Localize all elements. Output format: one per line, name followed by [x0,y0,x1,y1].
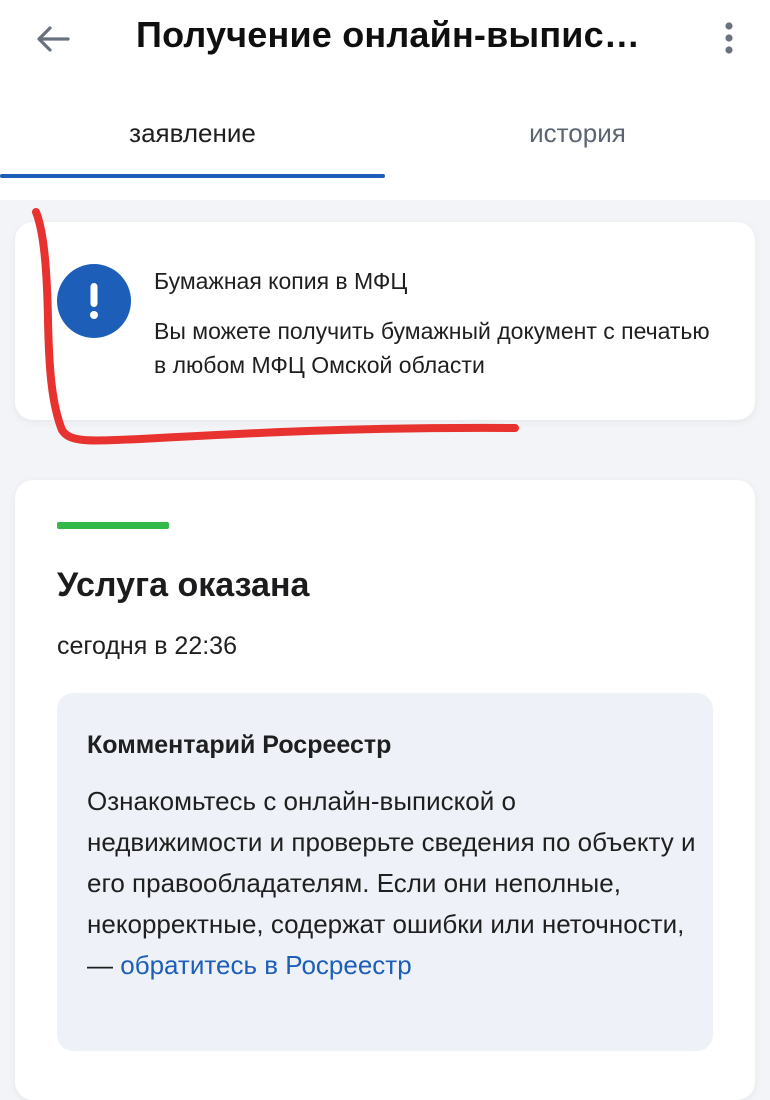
arrow-left-icon [37,26,70,52]
contact-rosreestr-link[interactable]: обратитесь в Росреестр [120,950,411,980]
comment-box: Комментарий Росреестр Ознакомьтесь с онл… [57,693,713,1051]
status-indicator [57,522,169,529]
tab-application[interactable]: заявление [0,118,385,178]
tab-history[interactable]: история [385,118,770,178]
more-menu-button[interactable] [712,16,746,60]
page-title: Получение онлайн-выпис… [136,14,641,55]
notice-title: Бумажная копия в МФЦ [154,268,408,294]
paper-copy-notice-card: Бумажная копия в МФЦ Вы можете получить … [15,222,755,420]
status-title: Услуга оказана [57,566,310,604]
app-header: Получение онлайн-выпис… заявление истори… [0,0,770,200]
notice-text: Вы можете получить бумажный документ с п… [154,318,710,378]
active-tab-indicator [0,174,385,178]
comment-title: Комментарий Росреестр [87,731,392,759]
service-status-card: Услуга оказана сегодня в 22:36 Комментар… [15,480,755,1100]
more-vertical-icon [725,22,733,54]
status-date: сегодня в 22:36 [57,632,237,660]
comment-text: Ознакомьтесь с онлайн-выпиской о недвижи… [87,781,697,986]
back-button[interactable] [32,18,74,60]
exclamation-icon [57,264,131,338]
